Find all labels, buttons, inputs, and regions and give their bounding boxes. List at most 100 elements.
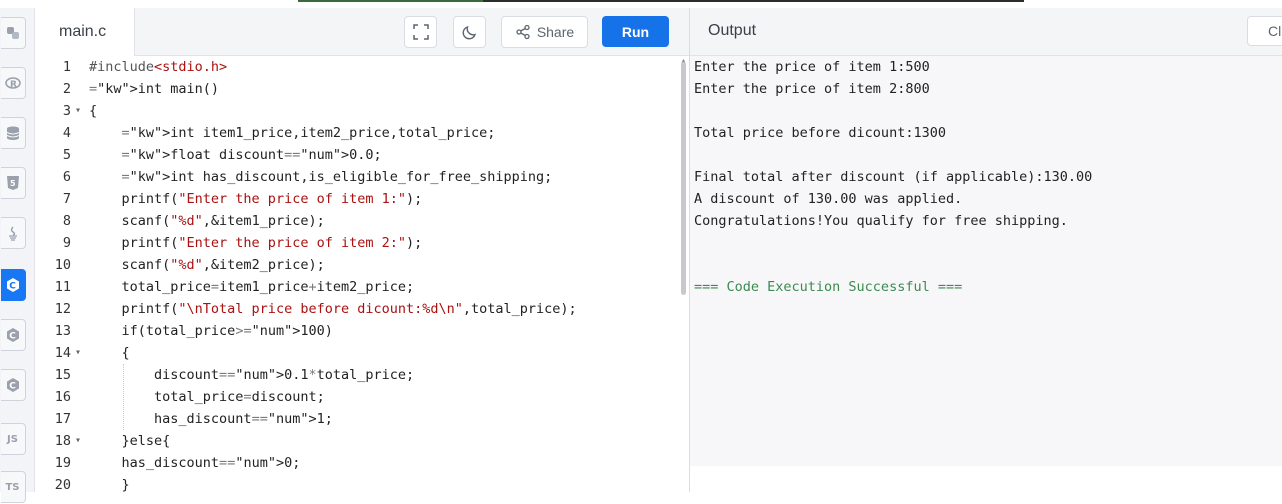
fullscreen-icon: [412, 24, 429, 40]
clear-label: Cl: [1268, 23, 1282, 39]
line-number: 16: [54, 389, 71, 405]
rail-item-html5[interactable]: 5: [0, 166, 26, 200]
svg-text:C: C: [9, 282, 16, 292]
share-button[interactable]: Share: [501, 16, 588, 48]
rail-item-cpp[interactable]: C: [0, 318, 26, 352]
rail-tile: TS: [0, 471, 26, 503]
code-text: }: [89, 477, 130, 493]
csharp-icon: C: [5, 377, 21, 393]
fullscreen-button[interactable]: [404, 16, 437, 48]
svg-text:C: C: [9, 382, 16, 392]
code-text: has_discount=="num">0;: [89, 455, 301, 471]
rail-item-csharp[interactable]: C: [0, 368, 26, 402]
code-text: total_price=item1_price+item2_price;: [89, 279, 415, 295]
fold-toggle-icon[interactable]: ▾: [75, 342, 81, 364]
line-number: 10: [54, 257, 71, 273]
code-line[interactable]: 5 ="kw">float discount=="num">0.0;: [35, 144, 675, 166]
code-text: }else{: [89, 433, 171, 449]
code-text: total_price=discount;: [89, 389, 325, 405]
line-number: 1: [62, 59, 71, 75]
svg-text:5: 5: [10, 179, 16, 188]
rail-item-js[interactable]: JS: [0, 422, 26, 456]
code-text: {: [89, 345, 130, 361]
code-text: discount=="num">0.1*total_price;: [89, 367, 415, 383]
code-line[interactable]: 2 ="kw">int main(): [35, 78, 675, 100]
rail-item-python[interactable]: [0, 16, 26, 50]
fold-toggle-icon[interactable]: ▾: [75, 100, 81, 122]
line-number: 7: [62, 191, 71, 207]
output-title: Output: [708, 22, 757, 39]
line-number: 18: [54, 433, 71, 449]
code-text: ="kw">int main(): [89, 81, 220, 97]
code-line[interactable]: 20 }: [35, 474, 675, 496]
r-icon: R: [4, 75, 21, 91]
code-text: #include<stdio.h>: [89, 59, 228, 75]
code-line[interactable]: 12 printf("\nTotal price before dicount:…: [35, 298, 675, 320]
moon-icon: [462, 25, 476, 40]
line-number: 13: [54, 323, 71, 339]
run-button[interactable]: Run: [602, 16, 669, 47]
code-line[interactable]: 8 scanf("%d",&item1_price);: [35, 210, 675, 232]
rail-tile: C: [0, 269, 26, 301]
code-line[interactable]: 9 printf("Enter the price of item 2:");: [35, 232, 675, 254]
code-line[interactable]: 7 printf("Enter the price of item 1:");: [35, 188, 675, 210]
c-icon: C: [5, 277, 21, 293]
svg-text:R: R: [10, 80, 17, 90]
rail-item-c[interactable]: C: [0, 268, 26, 302]
code-line[interactable]: 11 total_price=item1_price+item2_price;: [35, 276, 675, 298]
code-line[interactable]: 16 total_price=discount;: [35, 386, 675, 408]
output-line: Enter the price of item 2:800: [694, 81, 930, 97]
clear-button[interactable]: Cl: [1247, 16, 1282, 46]
java-icon: [5, 225, 21, 241]
code-text: if(total_price>="num">100): [89, 323, 333, 339]
code-text: ="kw">int item1_price,item2_price,total_…: [121, 125, 496, 141]
line-number: 8: [62, 213, 71, 229]
file-tab-label: main.c: [59, 23, 107, 40]
top-strip-accent: [298, 0, 483, 2]
rail-item-java[interactable]: [0, 216, 26, 250]
rail-tile: R: [0, 67, 26, 99]
rail-item-sql[interactable]: [0, 116, 26, 150]
ts-icon: TS: [5, 481, 20, 493]
theme-toggle-button[interactable]: [453, 16, 486, 48]
code-line[interactable]: 17 has_discount=="num">1;: [35, 408, 675, 430]
line-number: 9: [62, 235, 71, 251]
output-line: Congratulations!You qualify for free shi…: [694, 213, 1068, 229]
line-number: 11: [54, 279, 71, 295]
code-line[interactable]: 1 #include<stdio.h>: [35, 56, 675, 78]
code-line[interactable]: 10 scanf("%d",&item2_price);: [35, 254, 675, 276]
code-line[interactable]: 18 ▾ }else{: [35, 430, 675, 452]
code-text: scanf("%d",&item2_price);: [89, 257, 325, 273]
rail-tile: [0, 217, 26, 249]
code-editor[interactable]: 1 #include<stdio.h> 2 ="kw">int main() 3 ▾{4 …: [35, 56, 689, 493]
share-icon: [516, 24, 530, 40]
code-line[interactable]: 13 if(total_price>="num">100): [35, 320, 675, 342]
top-strip: [0, 0, 1282, 8]
code-text: scanf("%d",&item1_price);: [89, 213, 325, 229]
line-number: 2: [62, 81, 71, 97]
code-text: has_discount=="num">1;: [89, 411, 333, 427]
code-line[interactable]: 19 has_discount=="num">0;: [35, 452, 675, 474]
language-sidebar: R 5 C C C JS TS: [0, 8, 35, 503]
code-text: printf("\nTotal price before dicount:%d\…: [89, 301, 577, 317]
code-text: ="kw">int has_discount,is_eligible_for_f…: [121, 169, 553, 185]
code-line[interactable]: 15 discount=="num">0.1*total_price;: [35, 364, 675, 386]
rail-item-ts[interactable]: TS: [0, 470, 26, 504]
code-line[interactable]: 6 ="kw">int has_discount,is_eligible_for…: [35, 166, 675, 188]
cpp-icon: C: [5, 327, 21, 343]
rail-tile: JS: [0, 423, 26, 455]
fold-toggle-icon[interactable]: ▾: [75, 430, 81, 452]
code-line[interactable]: 4 ="kw">int item1_price,item2_price,tota…: [35, 122, 675, 144]
editor-scrollbar[interactable]: [681, 62, 686, 295]
share-label: Share: [536, 24, 575, 40]
code-text: {: [89, 103, 98, 119]
code-line[interactable]: 14 ▾ {: [35, 342, 675, 364]
code-text: ="kw">float discount=="num">0.0;: [121, 147, 382, 163]
rail-tile: C: [0, 319, 26, 351]
file-tab[interactable]: main.c: [35, 8, 135, 56]
rail-item-r[interactable]: R: [0, 66, 26, 100]
line-number: 5: [62, 147, 71, 163]
line-number: 4: [62, 125, 71, 141]
output-line: Final total after discount (if applicabl…: [694, 169, 1093, 185]
code-line[interactable]: 3 ▾ {: [35, 100, 675, 122]
